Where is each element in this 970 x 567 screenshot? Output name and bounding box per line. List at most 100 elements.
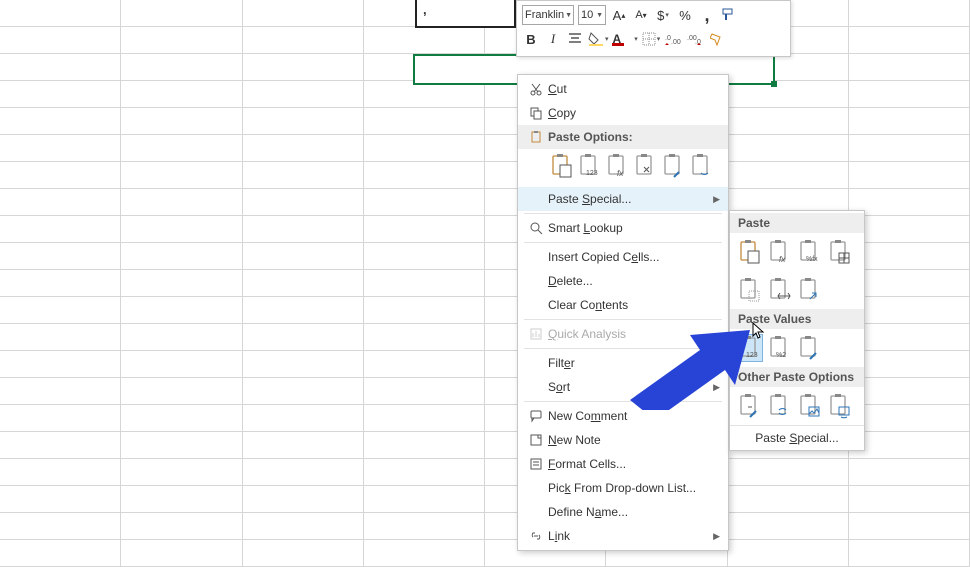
menu-label: New Note bbox=[548, 433, 720, 447]
menu-label: Smart Lookup bbox=[548, 221, 720, 235]
chevron-down-icon: ▼ bbox=[596, 12, 603, 19]
svg-text:123: 123 bbox=[746, 352, 758, 359]
paste-keep-col-width-icon[interactable] bbox=[768, 277, 792, 303]
percent-format-button[interactable]: % bbox=[676, 5, 694, 25]
paste-formatting-icon[interactable] bbox=[662, 153, 686, 179]
paste-values-sourcefmt-icon[interactable] bbox=[798, 335, 822, 361]
menu-separator bbox=[524, 348, 722, 349]
paste-values-only-icon[interactable]: 123 bbox=[738, 335, 762, 361]
svg-text:123: 123 bbox=[586, 170, 598, 177]
borders-button[interactable]: ▾ bbox=[642, 29, 661, 49]
paste-transpose-icon[interactable] bbox=[798, 277, 822, 303]
menu-clear-contents[interactable]: Clear Contents bbox=[518, 293, 728, 317]
submenu-paste-header: Paste bbox=[730, 213, 864, 233]
align-center-icon[interactable] bbox=[566, 29, 584, 49]
menu-label: Cut bbox=[548, 82, 720, 96]
paste-values-icon[interactable]: 123 bbox=[578, 153, 602, 179]
paste-no-borders-icon[interactable] bbox=[738, 277, 762, 303]
scissors-icon bbox=[524, 82, 548, 96]
paste-formulas-icon[interactable]: fx bbox=[606, 153, 630, 179]
svg-text:fx: fx bbox=[617, 169, 624, 178]
mini-toolbar: Franklin ▼ 10 ▼ A▴ A▾ $▾ % , B I ▾ A ▾ ▾ bbox=[516, 0, 791, 57]
submenu-arrow-icon: ▶ bbox=[713, 382, 720, 393]
submenu-arrow-icon: ▶ bbox=[713, 358, 720, 369]
paste-values-numfmt-icon[interactable]: %2 bbox=[768, 335, 792, 361]
paste-as-link-icon[interactable] bbox=[768, 393, 792, 419]
menu-quick-analysis: Quick Analysis bbox=[518, 322, 728, 346]
paste-special-submenu: Paste fx %fx Paste Values 123 %2 Other P… bbox=[729, 210, 865, 451]
paste-formulas-numfmt-icon[interactable]: %fx bbox=[798, 239, 822, 265]
decrease-decimal-button[interactable]: .00.0 bbox=[686, 29, 704, 49]
increase-decimal-button[interactable]: .0.00 bbox=[664, 29, 682, 49]
italic-button[interactable]: I bbox=[544, 29, 562, 49]
paste-all-icon[interactable] bbox=[550, 153, 574, 179]
format-painter-button[interactable] bbox=[720, 5, 738, 25]
fill-handle[interactable] bbox=[771, 81, 777, 87]
menu-paste-options-header: Paste Options: bbox=[518, 125, 728, 149]
chevron-down-icon: ▼ bbox=[565, 12, 572, 19]
menu-cut[interactable]: Cut bbox=[518, 77, 728, 101]
menu-copy[interactable]: Copy bbox=[518, 101, 728, 125]
menu-label: Link bbox=[548, 529, 713, 543]
paste-keep-source-fmt-icon[interactable] bbox=[828, 239, 852, 265]
font-size-select[interactable]: 10 ▼ bbox=[578, 5, 606, 25]
increase-font-button[interactable]: A▴ bbox=[610, 5, 628, 25]
fill-color-button[interactable]: ▾ bbox=[588, 29, 609, 49]
comment-icon bbox=[524, 409, 548, 423]
submenu-arrow-icon: ▶ bbox=[713, 531, 720, 542]
paste-formatting-only-icon[interactable] bbox=[738, 393, 762, 419]
submenu-arrow-icon: ▶ bbox=[713, 194, 720, 205]
paste-link-icon[interactable] bbox=[690, 153, 714, 179]
note-icon bbox=[524, 433, 548, 447]
menu-delete[interactable]: Delete... bbox=[518, 269, 728, 293]
menu-new-comment[interactable]: New Comment bbox=[518, 404, 728, 428]
menu-sort[interactable]: Sort ▶ bbox=[518, 375, 728, 399]
bordered-cell[interactable]: , bbox=[415, 0, 516, 28]
menu-separator bbox=[524, 242, 722, 243]
menu-filter[interactable]: Filter ▶ bbox=[518, 351, 728, 375]
menu-paste-special[interactable]: Paste Special... ▶ bbox=[518, 187, 728, 211]
quick-analysis-icon bbox=[524, 327, 548, 341]
menu-label: Paste Special... bbox=[548, 192, 713, 206]
paste-as-picture-icon[interactable] bbox=[798, 393, 822, 419]
menu-insert-copied-cells[interactable]: Insert Copied Cells... bbox=[518, 245, 728, 269]
svg-text:%2: %2 bbox=[776, 352, 786, 359]
menu-separator bbox=[524, 319, 722, 320]
search-icon bbox=[524, 221, 548, 235]
decrease-font-button[interactable]: A▾ bbox=[632, 5, 650, 25]
submenu-paste-special-link[interactable]: Paste Special... bbox=[730, 425, 864, 450]
svg-text:.00: .00 bbox=[671, 39, 681, 46]
menu-label: Pick From Drop-down List... bbox=[548, 481, 720, 495]
menu-link[interactable]: Link ▶ bbox=[518, 524, 728, 548]
menu-separator bbox=[524, 401, 722, 402]
comma-format-button[interactable]: , bbox=[698, 5, 716, 25]
menu-pick-from-list[interactable]: Pick From Drop-down List... bbox=[518, 476, 728, 500]
menu-format-cells[interactable]: Format Cells... bbox=[518, 452, 728, 476]
font-name-select[interactable]: Franklin ▼ bbox=[522, 5, 574, 25]
menu-label: Delete... bbox=[548, 274, 720, 288]
menu-define-name[interactable]: Define Name... bbox=[518, 500, 728, 524]
menu-label: New Comment bbox=[548, 409, 720, 423]
menu-smart-lookup[interactable]: Smart Lookup bbox=[518, 216, 728, 240]
menu-label: Sort bbox=[548, 380, 713, 394]
paste-all-icon[interactable] bbox=[738, 239, 762, 265]
paste-formulas-icon[interactable]: fx bbox=[768, 239, 792, 265]
menu-label: Copy bbox=[548, 106, 720, 120]
submenu-label: Paste Special... bbox=[755, 431, 838, 445]
menu-label: Paste Options: bbox=[548, 130, 720, 144]
font-color-button[interactable]: A ▾ bbox=[613, 29, 638, 49]
menu-label: Insert Copied Cells... bbox=[548, 250, 720, 264]
menu-label: Clear Contents bbox=[548, 298, 720, 312]
submenu-paste-values-header: Paste Values bbox=[730, 309, 864, 329]
bold-button[interactable]: B bbox=[522, 29, 540, 49]
accounting-format-button[interactable]: $▾ bbox=[654, 5, 672, 25]
format-cells-icon bbox=[524, 457, 548, 471]
link-icon bbox=[524, 529, 548, 543]
svg-text:fx: fx bbox=[779, 255, 786, 264]
format-painter-icon[interactable] bbox=[708, 29, 726, 49]
submenu-other-header: Other Paste Options bbox=[730, 367, 864, 387]
paste-linked-picture-icon[interactable] bbox=[828, 393, 852, 419]
paste-transpose-icon[interactable] bbox=[634, 153, 658, 179]
context-menu: Cut Copy Paste Options: 123 fx Paste Spe… bbox=[517, 74, 729, 551]
menu-new-note[interactable]: New Note bbox=[518, 428, 728, 452]
